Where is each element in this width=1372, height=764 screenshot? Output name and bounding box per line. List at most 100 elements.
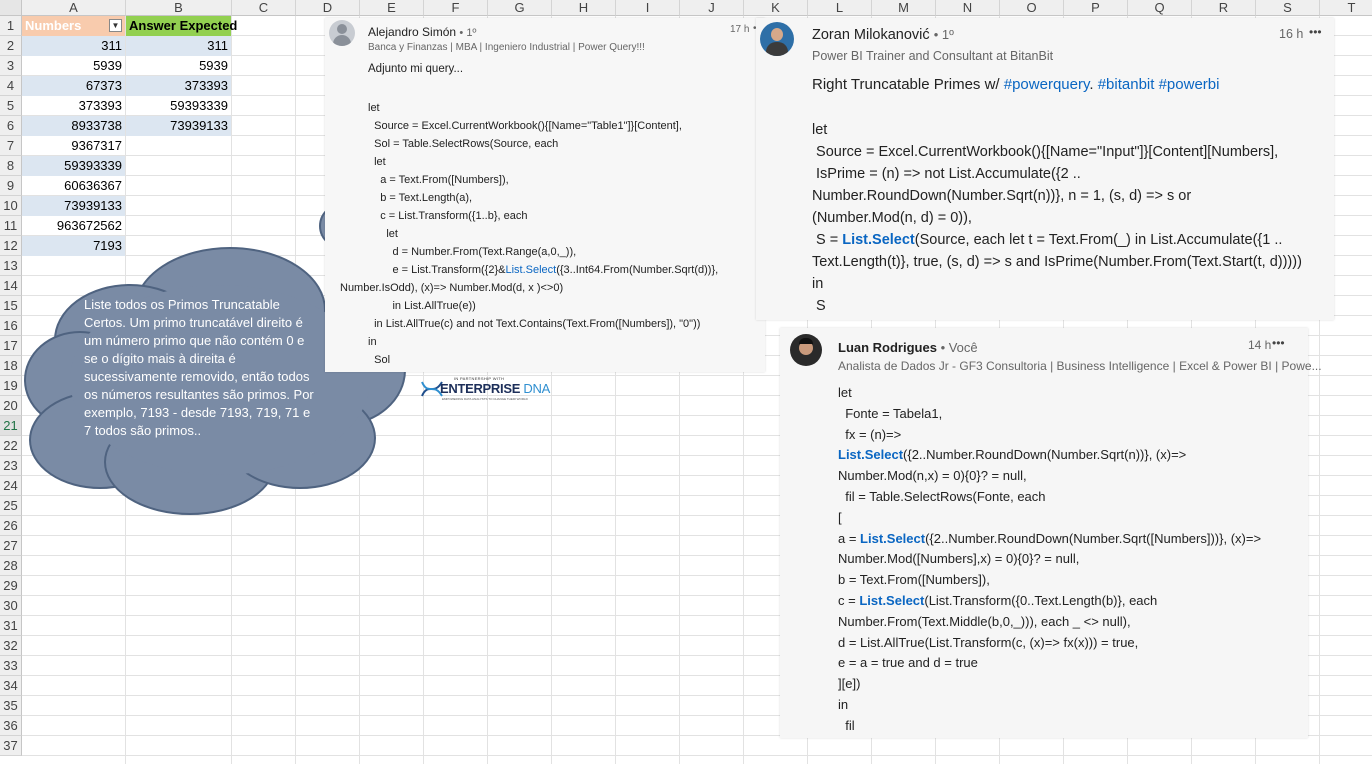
author-name[interactable]: Zoran Milokanović	[812, 27, 930, 43]
row-header-1[interactable]: 1	[0, 16, 22, 36]
table-header-answer-expected[interactable]: Answer Expected	[126, 16, 237, 36]
row-header-8[interactable]: 8	[0, 156, 22, 176]
hashtag-link[interactable]: #powerbi	[1159, 76, 1220, 93]
column-header-b[interactable]: B	[126, 0, 232, 16]
code-keyword-link[interactable]: List.Select	[838, 447, 903, 462]
row-header-36[interactable]: 36	[0, 716, 22, 736]
table-cell-number[interactable]: 8933738	[22, 116, 125, 136]
row-header-34[interactable]: 34	[0, 676, 22, 696]
row-header-10[interactable]: 10	[0, 196, 22, 216]
table-cell-number[interactable]: 67373	[22, 76, 125, 96]
comment-code: let Source = Excel.CurrentWorkbook(){[Na…	[340, 99, 718, 369]
column-header-a[interactable]: A	[22, 0, 126, 16]
table-cell-number[interactable]: 311	[22, 36, 125, 56]
row-header-3[interactable]: 3	[0, 56, 22, 76]
row-header-28[interactable]: 28	[0, 556, 22, 576]
row-header-15[interactable]: 15	[0, 296, 22, 316]
row-header-12[interactable]: 12	[0, 236, 22, 256]
post-title: Right Truncatable Primes w/ #powerquery.…	[812, 76, 1219, 93]
column-header-g[interactable]: G	[488, 0, 552, 16]
column-header-c[interactable]: C	[232, 0, 296, 16]
row-header-37[interactable]: 37	[0, 736, 22, 756]
row-header-21[interactable]: 21	[0, 416, 22, 436]
code-line: let	[812, 122, 828, 138]
row-header-6[interactable]: 6	[0, 116, 22, 136]
row-header-22[interactable]: 22	[0, 436, 22, 456]
code-line: in	[838, 696, 849, 712]
column-header-j[interactable]: J	[680, 0, 744, 16]
table-cell-answer[interactable]: 5939	[126, 56, 231, 76]
column-header-f[interactable]: F	[424, 0, 488, 16]
row-header-11[interactable]: 11	[0, 216, 22, 236]
row-header-19[interactable]: 19	[0, 376, 22, 396]
row-header-32[interactable]: 32	[0, 636, 22, 656]
column-header-l[interactable]: L	[808, 0, 872, 16]
author-name[interactable]: Alejandro Simón	[368, 25, 456, 39]
table-cell-number[interactable]: 59393339	[22, 156, 125, 176]
avatar[interactable]	[790, 334, 822, 366]
column-header-n[interactable]: N	[936, 0, 1000, 16]
column-header-q[interactable]: Q	[1128, 0, 1192, 16]
row-header-30[interactable]: 30	[0, 596, 22, 616]
column-header-e[interactable]: E	[360, 0, 424, 16]
row-header-16[interactable]: 16	[0, 316, 22, 336]
table-cell-answer[interactable]: 373393	[126, 76, 231, 96]
column-header-k[interactable]: K	[744, 0, 808, 16]
column-header-i[interactable]: I	[616, 0, 680, 16]
row-header-7[interactable]: 7	[0, 136, 22, 156]
author-headline: Analista de Dados Jr - GF3 Consultoria |…	[838, 359, 1322, 373]
column-header-r[interactable]: R	[1192, 0, 1256, 16]
more-options-icon[interactable]: •••	[1309, 25, 1322, 39]
column-header-m[interactable]: M	[872, 0, 936, 16]
column-header-d[interactable]: D	[296, 0, 360, 16]
row-header-4[interactable]: 4	[0, 76, 22, 96]
select-all-corner[interactable]	[0, 0, 22, 16]
table-cell-number[interactable]: 373393	[22, 96, 125, 116]
table-cell-answer[interactable]: 59393339	[126, 96, 231, 116]
row-header-31[interactable]: 31	[0, 616, 22, 636]
table-cell-answer[interactable]: 311	[126, 36, 231, 56]
code-line: Number.From(Text.Middle(b,0,_))), each _…	[838, 613, 1131, 629]
code-keyword-link[interactable]: List.Select	[859, 593, 924, 608]
code-keyword-link[interactable]: List.Select	[842, 232, 915, 248]
row-header-20[interactable]: 20	[0, 396, 22, 416]
row-header-29[interactable]: 29	[0, 576, 22, 596]
row-header-9[interactable]: 9	[0, 176, 22, 196]
row-header-33[interactable]: 33	[0, 656, 22, 676]
code-line: IsPrime = (n) => not List.Accumulate({2 …	[812, 166, 1081, 182]
row-header-35[interactable]: 35	[0, 696, 22, 716]
column-header-o[interactable]: O	[1000, 0, 1064, 16]
row-header-5[interactable]: 5	[0, 96, 22, 116]
column-header-t[interactable]: T	[1320, 0, 1372, 16]
row-header-13[interactable]: 13	[0, 256, 22, 276]
code-line: Text.Length(t)}, true, (s, d) => s and I…	[812, 254, 1302, 270]
more-options-icon[interactable]: •••	[1272, 336, 1285, 350]
row-header-17[interactable]: 17	[0, 336, 22, 356]
row-header-24[interactable]: 24	[0, 476, 22, 496]
code-line: (Number.Mod(n, d) = 0)),	[812, 210, 972, 226]
row-header-26[interactable]: 26	[0, 516, 22, 536]
table-cell-number[interactable]: 60636367	[22, 176, 125, 196]
row-header-18[interactable]: 18	[0, 356, 22, 376]
author-name[interactable]: Luan Rodrigues	[838, 340, 937, 355]
table-cell-number[interactable]: 9367317	[22, 136, 125, 156]
avatar[interactable]	[760, 22, 794, 56]
avatar[interactable]	[329, 20, 355, 46]
column-header-p[interactable]: P	[1064, 0, 1128, 16]
row-header-27[interactable]: 27	[0, 536, 22, 556]
table-cell-answer[interactable]: 73939133	[126, 116, 231, 136]
hashtag-link[interactable]: #bitanbit	[1098, 76, 1155, 93]
code-line: b = Text.Length(a),	[368, 192, 473, 204]
code-keyword-link[interactable]: List.Select	[860, 531, 925, 546]
filter-dropdown-icon[interactable]: ▼	[109, 19, 122, 32]
row-header-2[interactable]: 2	[0, 36, 22, 56]
column-header-s[interactable]: S	[1256, 0, 1320, 16]
table-cell-number[interactable]: 5939	[22, 56, 125, 76]
hashtag-link[interactable]: #powerquery	[1004, 76, 1090, 93]
row-header-14[interactable]: 14	[0, 276, 22, 296]
table-header-numbers[interactable]: Numbers ▼	[22, 16, 125, 36]
column-header-h[interactable]: H	[552, 0, 616, 16]
row-header-23[interactable]: 23	[0, 456, 22, 476]
row-header-25[interactable]: 25	[0, 496, 22, 516]
hashtag-link[interactable]: List.Select	[505, 264, 556, 276]
